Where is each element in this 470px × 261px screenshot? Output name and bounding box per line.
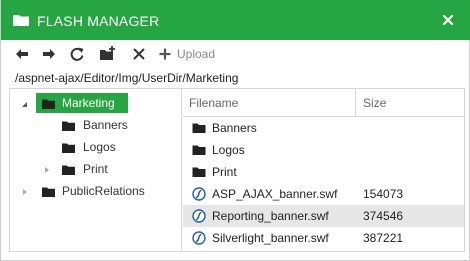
file-name: Logos <box>212 143 245 157</box>
file-name: Banners <box>212 121 257 135</box>
tree-node-print[interactable]: Print <box>10 159 182 179</box>
plus-icon <box>159 48 171 60</box>
tree-node-label: Marketing <box>62 96 115 110</box>
manager-panels: Marketing Banners Logos Print PublicRela… <box>9 88 465 252</box>
table-row-selected[interactable]: Reporting_banner.swf 374546 <box>183 205 464 227</box>
folder-tree: Marketing Banners Logos Print PublicRela… <box>10 89 182 251</box>
table-row[interactable]: Banners <box>183 117 464 139</box>
folder-icon <box>192 121 206 135</box>
folder-icon <box>13 14 29 26</box>
window-title: FLASH MANAGER <box>37 13 160 29</box>
close-icon[interactable] <box>441 13 455 27</box>
column-header-size[interactable]: Size <box>363 95 386 111</box>
title-bar: FLASH MANAGER <box>1 0 470 40</box>
file-name: Print <box>212 165 237 179</box>
table-row[interactable]: Silverlight_banner.swf 387221 <box>183 227 464 249</box>
flash-file-icon <box>192 209 206 223</box>
tree-node-marketing[interactable]: Marketing <box>10 93 182 113</box>
expand-arrow-icon[interactable] <box>20 186 30 196</box>
tree-node-label: Print <box>83 162 108 176</box>
tree-node-label: PublicRelations <box>62 184 145 198</box>
delete-x-icon[interactable] <box>132 45 146 63</box>
flash-manager-window: FLASH MANAGER Upload /aspnet-ajax/Editor… <box>0 0 470 261</box>
tree-node-logos[interactable]: Logos <box>10 137 182 157</box>
folder-icon <box>42 186 55 200</box>
file-name: ASP_AJAX_banner.swf <box>212 187 338 201</box>
tree-node-banners[interactable]: Banners <box>10 115 182 135</box>
column-header-filename[interactable]: Filename <box>189 95 238 111</box>
folder-icon <box>62 164 75 178</box>
file-grid: Filename Size Banners Logos Print ASP_AJ… <box>183 89 464 251</box>
file-name: Reporting_banner.swf <box>212 209 329 223</box>
file-size: 374546 <box>363 209 404 223</box>
tree-node-label: Banners <box>83 118 128 132</box>
folder-icon <box>62 120 75 134</box>
table-row[interactable]: ASP_AJAX_banner.swf 154073 <box>183 183 464 205</box>
folder-icon <box>62 142 75 156</box>
new-folder-icon[interactable] <box>99 45 117 63</box>
arrow-right-icon[interactable] <box>42 45 56 63</box>
file-size: 154073 <box>363 187 404 201</box>
folder-icon <box>192 143 206 157</box>
file-name: Silverlight_banner.swf <box>212 231 329 245</box>
grid-header: Filename Size <box>183 89 464 117</box>
folder-icon <box>192 165 206 179</box>
tree-node-label: Logos <box>83 140 116 154</box>
upload-button[interactable]: Upload <box>159 45 215 63</box>
table-row[interactable]: Print <box>183 161 464 183</box>
upload-label: Upload <box>177 47 216 61</box>
refresh-icon[interactable] <box>69 45 85 63</box>
table-row[interactable]: Logos <box>183 139 464 161</box>
tree-node-publicrelations[interactable]: PublicRelations <box>10 181 182 201</box>
file-size: 387221 <box>363 231 404 245</box>
arrow-left-icon[interactable] <box>15 45 29 63</box>
folder-icon <box>42 98 55 112</box>
current-path: /aspnet-ajax/Editor/Img/UserDir/Marketin… <box>15 71 239 85</box>
expand-arrow-icon[interactable] <box>42 164 52 174</box>
column-divider[interactable] <box>355 89 356 117</box>
flash-file-icon <box>192 187 206 201</box>
collapse-arrow-icon[interactable] <box>20 98 30 108</box>
toolbar: Upload <box>1 40 470 68</box>
flash-file-icon <box>192 231 206 245</box>
